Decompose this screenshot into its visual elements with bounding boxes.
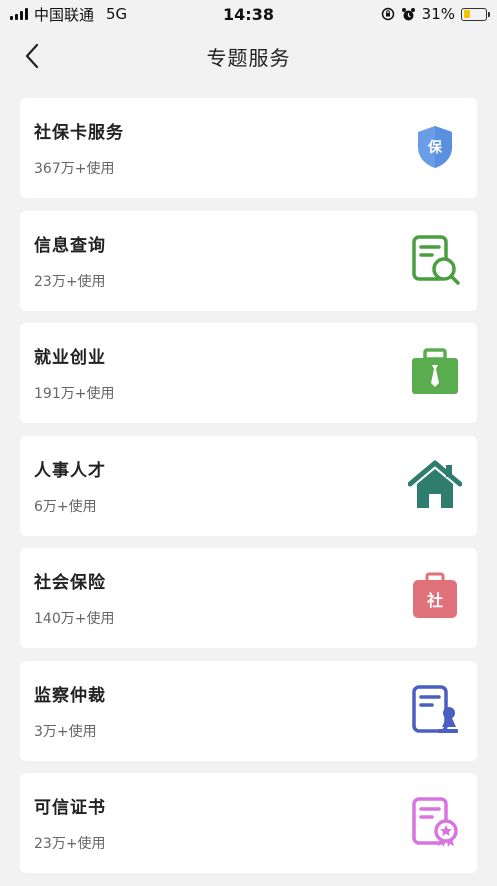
service-card-social-insurance[interactable]: 社会保险 140万+使用 社 [20, 548, 477, 648]
service-card-trusted-certificate[interactable]: 可信证书 23万+使用 [20, 773, 477, 873]
service-title: 可信证书 [34, 798, 106, 818]
service-title: 社保卡服务 [34, 123, 124, 143]
status-right: 31% [381, 5, 490, 23]
network-label: 5G [106, 5, 128, 23]
service-title: 监察仲裁 [34, 685, 106, 706]
page-title: 专题服务 [206, 45, 291, 70]
document-stamp-icon [412, 684, 458, 733]
medical-kit-icon: 社 [413, 572, 457, 618]
chevron-left-icon [25, 43, 39, 69]
status-left: 中国联通 5G [10, 4, 127, 25]
briefcase-icon [412, 348, 458, 394]
service-usage: 140万+使用 [34, 611, 115, 627]
service-title: 信息查询 [34, 235, 106, 256]
service-title: 人事人才 [34, 460, 106, 481]
service-usage: 3万+使用 [34, 723, 97, 740]
back-button[interactable] [14, 38, 50, 74]
service-list: 社保卡服务 367万+使用 保 信息查询 23万+使用 就业创业 191万+使用… [20, 98, 477, 886]
service-title: 社会保险 [34, 573, 106, 593]
house-icon [408, 460, 462, 508]
shield-bao-icon: 保 [418, 126, 452, 168]
service-usage: 191万+使用 [34, 386, 115, 402]
nav-bar: 专题服务 [0, 28, 497, 84]
battery-percent: 31% [421, 5, 455, 23]
certificate-icon [412, 797, 458, 847]
battery-fill [463, 10, 470, 18]
carrier-label: 中国联通 [34, 5, 95, 24]
service-card-employment[interactable]: 就业创业 191万+使用 [20, 323, 477, 423]
document-search-icon [412, 234, 460, 285]
svg-text:保: 保 [427, 139, 443, 156]
status-time: 14:38 [223, 4, 274, 24]
service-card-info-query[interactable]: 信息查询 23万+使用 [20, 210, 477, 311]
service-usage: 23万+使用 [34, 836, 106, 852]
service-usage: 23万+使用 [34, 273, 106, 290]
battery-icon [461, 7, 490, 21]
service-usage: 367万+使用 [34, 161, 115, 177]
service-card-arbitration[interactable]: 监察仲裁 3万+使用 [20, 660, 477, 761]
service-card-personnel-talent[interactable]: 人事人才 6万+使用 [20, 435, 477, 536]
signal-icon [10, 8, 28, 20]
service-usage: 6万+使用 [34, 498, 97, 515]
alarm-icon [401, 7, 415, 20]
service-card-social-security-card[interactable]: 社保卡服务 367万+使用 保 [20, 98, 477, 198]
service-title: 就业创业 [34, 348, 106, 368]
svg-text:社: 社 [426, 591, 443, 610]
status-bar: 中国联通 5G 14:38 31% [0, 0, 497, 28]
rotation-lock-icon [381, 7, 394, 21]
